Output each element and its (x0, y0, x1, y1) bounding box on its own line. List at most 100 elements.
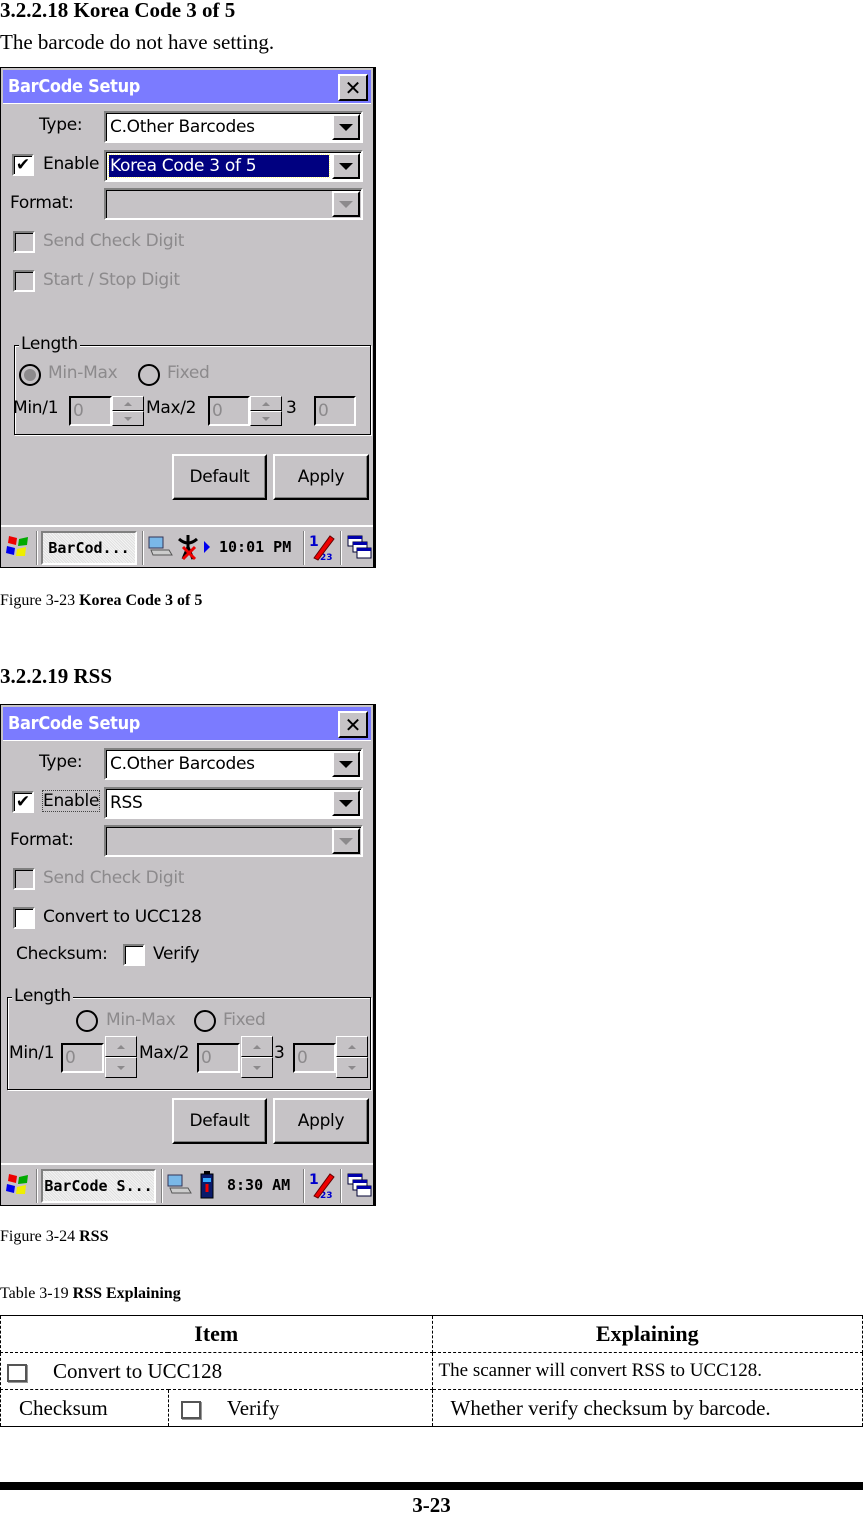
max-label: Max/2 (146, 398, 197, 418)
type-select[interactable]: C.Other Barcodes (104, 748, 363, 780)
connection-off-icon[interactable] (175, 533, 201, 561)
table-row: Checksum Verify Whether verify checksum … (0, 1389, 863, 1427)
close-button[interactable]: ✕ (338, 711, 368, 738)
barcode-select[interactable]: RSS (104, 787, 363, 819)
third-label: 3 (274, 1043, 285, 1063)
section-description: The barcode do not have setting. (0, 30, 275, 54)
min-max-radio (19, 364, 41, 386)
max-spinner (250, 396, 282, 426)
type-select[interactable]: C.Other Barcodes (104, 111, 363, 143)
chevron-down-icon (339, 162, 353, 170)
input-panel-icon[interactable]: 1 23 (308, 532, 336, 562)
title-bar: BarCode Setup ✕ (3, 707, 371, 741)
footer-divider (0, 1482, 863, 1490)
barcode-dropdown-button[interactable] (332, 153, 360, 179)
taskbar: BarCode S... 8:30 AM 1 23 (1, 1163, 373, 1205)
title-bar: BarCode Setup ✕ (3, 70, 371, 104)
type-select-value: C.Other Barcodes (110, 754, 255, 774)
chevron-down-icon (339, 837, 353, 845)
windows-start-icon[interactable] (5, 1171, 33, 1199)
send-check-digit-checkbox (13, 231, 35, 253)
checkbox-icon (180, 1400, 201, 1419)
barcode-select[interactable]: Korea Code 3 of 5 (104, 150, 363, 182)
spin-up-icon (262, 401, 270, 406)
apply-button[interactable]: Apply (273, 454, 369, 500)
enable-label: Enable (41, 790, 101, 812)
checkbox-icon (7, 1363, 27, 1382)
clock[interactable]: 10:01 PM (219, 538, 291, 556)
min-input: 0 (61, 1043, 104, 1073)
item-label: Convert to UCC128 (53, 1358, 223, 1383)
min-spinner (105, 1036, 137, 1078)
start-stop-digit-label: Start / Stop Digit (43, 270, 180, 290)
max-spinner (241, 1036, 273, 1078)
default-button[interactable]: Default (172, 1098, 267, 1144)
windows-start-icon[interactable] (5, 533, 33, 561)
third-input: 0 (293, 1043, 336, 1073)
spin-down-icon (253, 1065, 261, 1070)
section-heading-rss: 3.2.2.19 RSS (0, 664, 113, 688)
screenshot-korea-code: BarCode Setup ✕ Type: C.Other Barcodes ✔… (0, 67, 376, 568)
taskbar-app-button[interactable]: BarCod... (41, 531, 137, 565)
input-panel-icon[interactable]: 1 23 (308, 1170, 336, 1200)
max-input: 0 (197, 1043, 240, 1073)
spin-up-icon (124, 401, 132, 406)
taskbar: BarCod... 10:01 PM 1 23 (1, 525, 373, 567)
min-spinner (112, 396, 144, 426)
verify-checkbox[interactable] (123, 944, 145, 966)
enable-label: Enable (43, 154, 100, 174)
fixed-label: Fixed (167, 363, 210, 383)
enable-checkbox[interactable]: ✔ (12, 791, 34, 813)
type-label: Type: (39, 752, 83, 772)
format-dropdown-button (332, 191, 360, 217)
expand-tray-icon[interactable] (204, 541, 210, 553)
min-max-radio (76, 1010, 98, 1032)
type-dropdown-button[interactable] (332, 114, 360, 140)
close-button[interactable]: ✕ (338, 74, 368, 101)
enable-checkbox[interactable]: ✔ (12, 154, 34, 176)
type-dropdown-button[interactable] (332, 751, 360, 777)
table-caption-3-19: Table 3-19 RSS Explaining (0, 1285, 181, 1303)
explaining-cell: The scanner will convert RSS to UCC128. (431, 1352, 863, 1390)
format-label: Format: (10, 830, 74, 850)
clock[interactable]: 8:30 AM (227, 1176, 290, 1194)
barcode-dropdown-button[interactable] (332, 790, 360, 816)
spin-down-icon (124, 416, 132, 421)
item-cell: Convert to UCC128 (0, 1352, 433, 1390)
fixed-radio (138, 364, 160, 386)
apply-button[interactable]: Apply (273, 1098, 369, 1144)
format-select (104, 188, 363, 220)
taskbar-app-button[interactable]: BarCode S... (41, 1169, 156, 1203)
max-input: 0 (208, 396, 250, 426)
caption-title: RSS (79, 1228, 109, 1245)
rss-explaining-table: Item Explaining Convert to UCC128 The sc… (0, 1315, 863, 1427)
type-label: Type: (39, 115, 83, 135)
battery-icon[interactable] (199, 1170, 215, 1200)
group-cell: Checksum (0, 1389, 169, 1427)
close-icon: ✕ (344, 75, 362, 100)
spin-down-icon (262, 416, 270, 421)
chevron-down-icon (339, 760, 353, 768)
type-select-value: C.Other Barcodes (110, 117, 255, 137)
send-check-digit-label: Send Check Digit (43, 868, 185, 888)
windows-switch-icon[interactable] (346, 1172, 372, 1198)
min-label: Min/1 (9, 1043, 55, 1063)
fixed-label: Fixed (223, 1010, 266, 1030)
chevron-down-icon (339, 799, 353, 807)
third-input: 0 (314, 396, 356, 426)
max-label: Max/2 (139, 1043, 190, 1063)
barcode-select-value: RSS (110, 793, 143, 813)
windows-switch-icon[interactable] (346, 534, 372, 560)
network-icon[interactable] (166, 1173, 192, 1197)
spin-up-icon (253, 1044, 261, 1049)
svg-text:1: 1 (309, 534, 319, 550)
default-button[interactable]: Default (172, 454, 267, 500)
window-title: BarCode Setup (8, 76, 141, 97)
length-legend: Length (12, 986, 73, 1006)
caption-title: Korea Code 3 of 5 (79, 592, 203, 609)
page-number: 3-23 (412, 1493, 451, 1517)
convert-ucc128-checkbox[interactable] (13, 907, 35, 929)
network-icon[interactable] (147, 535, 173, 559)
caption-title: RSS Explaining (72, 1285, 181, 1302)
spin-down-icon (117, 1065, 125, 1070)
